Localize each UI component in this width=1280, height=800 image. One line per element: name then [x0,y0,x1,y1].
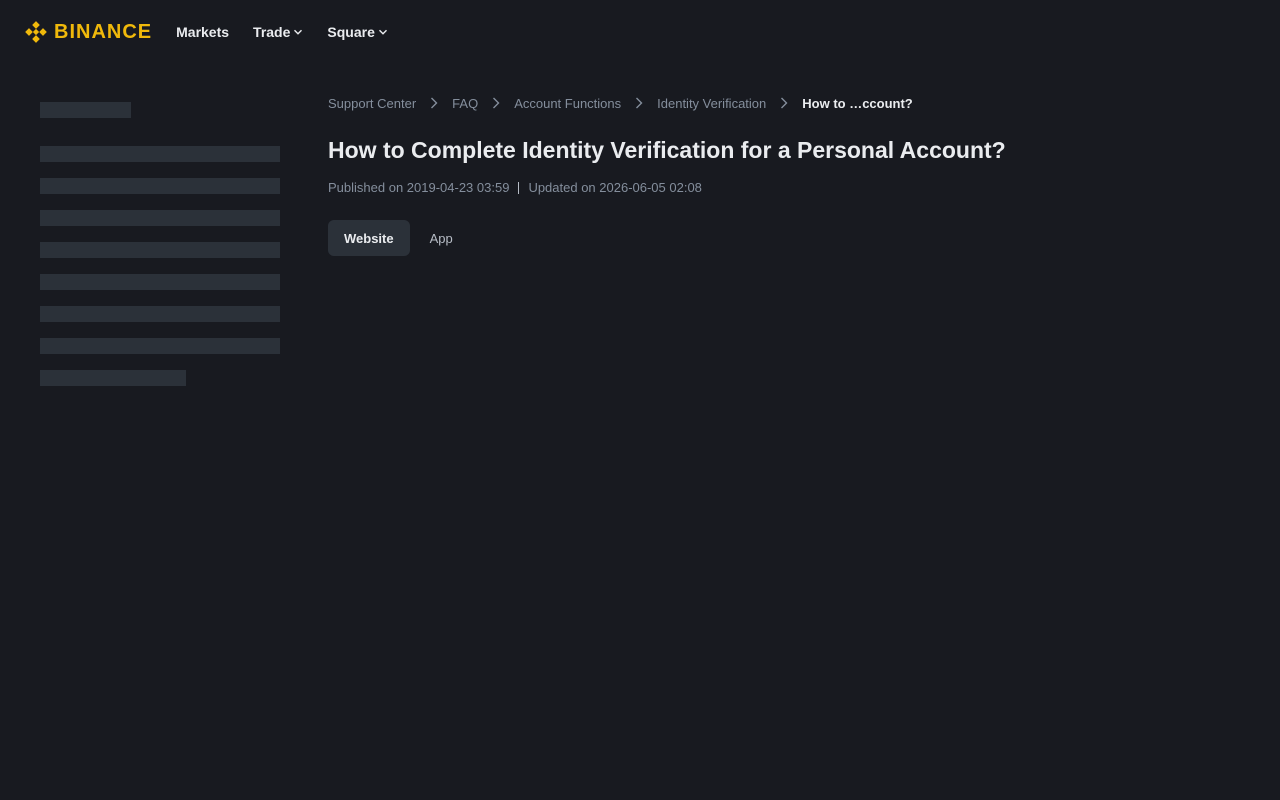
breadcrumb-account-functions[interactable]: Account Functions [514,96,621,111]
nav-item-label: Square [327,24,375,40]
breadcrumb: Support Center FAQ Account Functions Ide… [328,94,1228,112]
skeleton-line [40,242,280,258]
skeleton-line [40,370,186,386]
chevron-right-icon [430,97,438,109]
chevron-down-icon [378,29,387,35]
skeleton-line [40,210,280,226]
main-nav: Markets Trade Square [176,24,388,40]
nav-item-label: Trade [253,24,291,40]
breadcrumb-faq[interactable]: FAQ [452,96,478,111]
page-title: How to Complete Identity Verification fo… [328,137,1006,163]
skeleton-line [40,178,280,194]
updated-date: Updated on 2026-06-05 02:08 [528,180,702,195]
binance-logo[interactable]: BINANCE [24,20,152,44]
nav-item-square[interactable]: Square [327,24,387,40]
nav-item-trade[interactable]: Trade [253,24,303,40]
breadcrumb-identity-verification[interactable]: Identity Verification [657,96,766,111]
tab-app[interactable]: App [414,220,469,256]
binance-logo-icon [25,21,47,43]
nav-item-markets[interactable]: Markets [176,24,229,40]
nav-item-label: Markets [176,24,230,40]
platform-tabs: Website App [328,220,1228,256]
skeleton-line [40,274,280,290]
chevron-down-icon [294,29,303,35]
tab-website[interactable]: Website [328,220,410,256]
skeleton-line [40,338,280,354]
breadcrumb-support-center[interactable]: Support Center [328,96,416,111]
article-main: Support Center FAQ Account Functions Ide… [328,94,1228,256]
breadcrumb-current: How to …ccount? [802,95,913,111]
chevron-right-icon [492,97,500,109]
skeleton-heading [40,102,131,118]
article-meta: Published on 2019-04-23 03:59 Updated on… [328,180,1228,195]
chevron-right-icon [780,97,788,109]
chevron-right-icon [635,97,643,109]
logo-text: BINANCE [54,20,153,43]
sidebar-skeleton [40,102,280,402]
top-navigation-bar: BINANCE Markets Trade Square [0,0,1280,64]
meta-divider [518,181,520,194]
skeleton-line [40,146,280,162]
published-date: Published on 2019-04-23 03:59 [328,180,510,195]
skeleton-line [40,306,280,322]
